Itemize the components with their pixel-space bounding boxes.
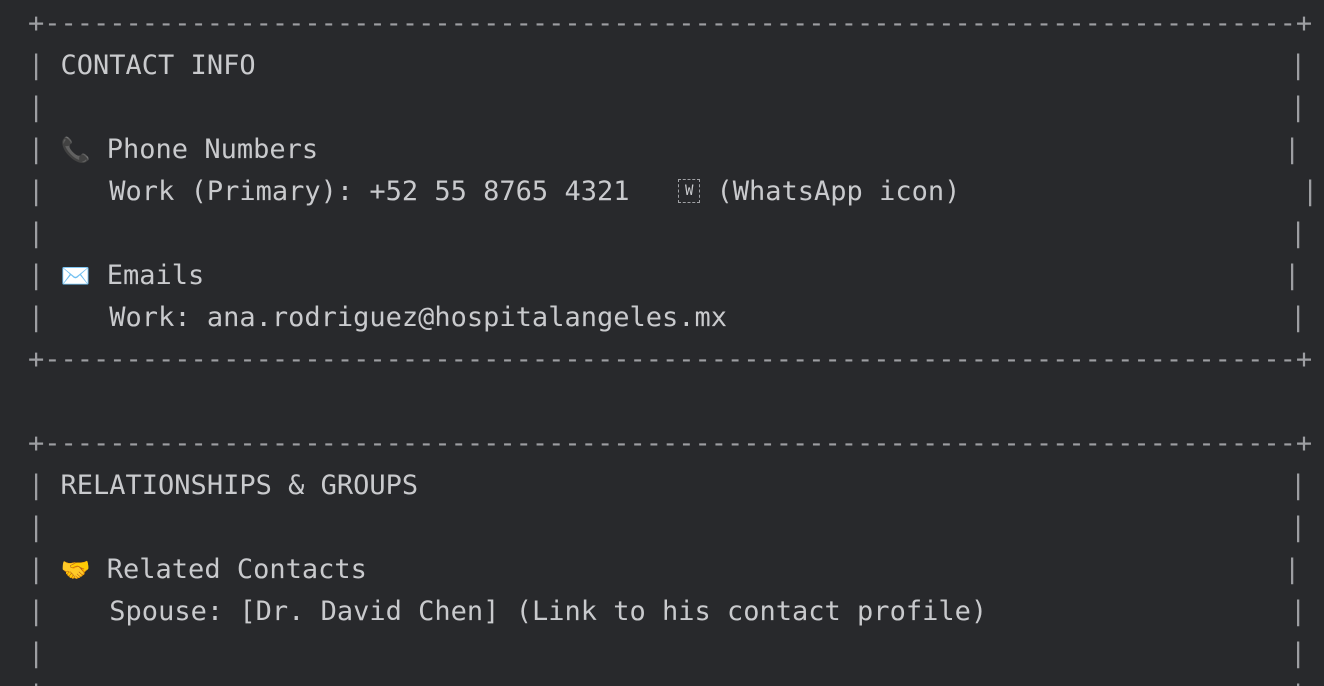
relationships-blank-row-2: | |	[28, 638, 1307, 669]
relationships-blank-row: | |	[28, 512, 1307, 543]
envelope-icon: ✉️	[60, 262, 91, 290]
spouse-row: | Spouse: [Dr. David Chen] (Link to his …	[28, 596, 1307, 627]
phone-entry[interactable]: Work (Primary): +52 55 8765 4321	[109, 176, 629, 207]
relationships-heading: RELATIONSHIPS & GROUPS	[60, 470, 419, 501]
whatsapp-note: (WhatsApp icon)	[716, 176, 961, 207]
spouse-prefix: Spouse:	[109, 596, 240, 627]
phone-entry-row: | Work (Primary): +52 55 8765 4321 W (Wh…	[28, 176, 1319, 207]
phone-section-label: Phone Numbers	[106, 134, 319, 165]
email-section-label: Emails	[106, 260, 205, 291]
spouse-note: (Link to his contact profile)	[499, 596, 988, 627]
related-contacts-label: Related Contacts	[106, 554, 367, 585]
email-section-row: | ✉️ Emails |	[28, 255, 1300, 297]
contact-info-blank-row-2: | |	[28, 218, 1307, 249]
contact-info-blank-row: | |	[28, 92, 1307, 123]
phone-icon: 📞	[60, 136, 91, 164]
contact-info-heading: CONTACT INFO	[60, 50, 256, 81]
contact-info-heading-row: | CONTACT INFO |	[28, 50, 1307, 81]
relationships-continued-row: ||	[28, 675, 1306, 686]
email-entry-row: | Work: ana.rodriguez@hospitalangeles.mx…	[28, 302, 1307, 333]
phone-section-row: | 📞 Phone Numbers |	[28, 129, 1300, 171]
contact-info-bottom-border: +---------------------------------------…	[28, 344, 1313, 375]
handshake-icon: 🤝	[60, 556, 91, 584]
relationships-top-border: +---------------------------------------…	[28, 428, 1313, 459]
relationships-heading-row: | RELATIONSHIPS & GROUPS |	[28, 470, 1307, 501]
email-entry[interactable]: Work: ana.rodriguez@hospitalangeles.mx	[109, 302, 727, 333]
contact-info-top-border: +---------------------------------------…	[28, 8, 1313, 39]
related-contacts-section-row: | 🤝 Related Contacts |	[28, 549, 1300, 591]
whatsapp-icon[interactable]: W	[678, 178, 701, 203]
spouse-contact-link[interactable]: [Dr. David Chen]	[239, 596, 499, 627]
